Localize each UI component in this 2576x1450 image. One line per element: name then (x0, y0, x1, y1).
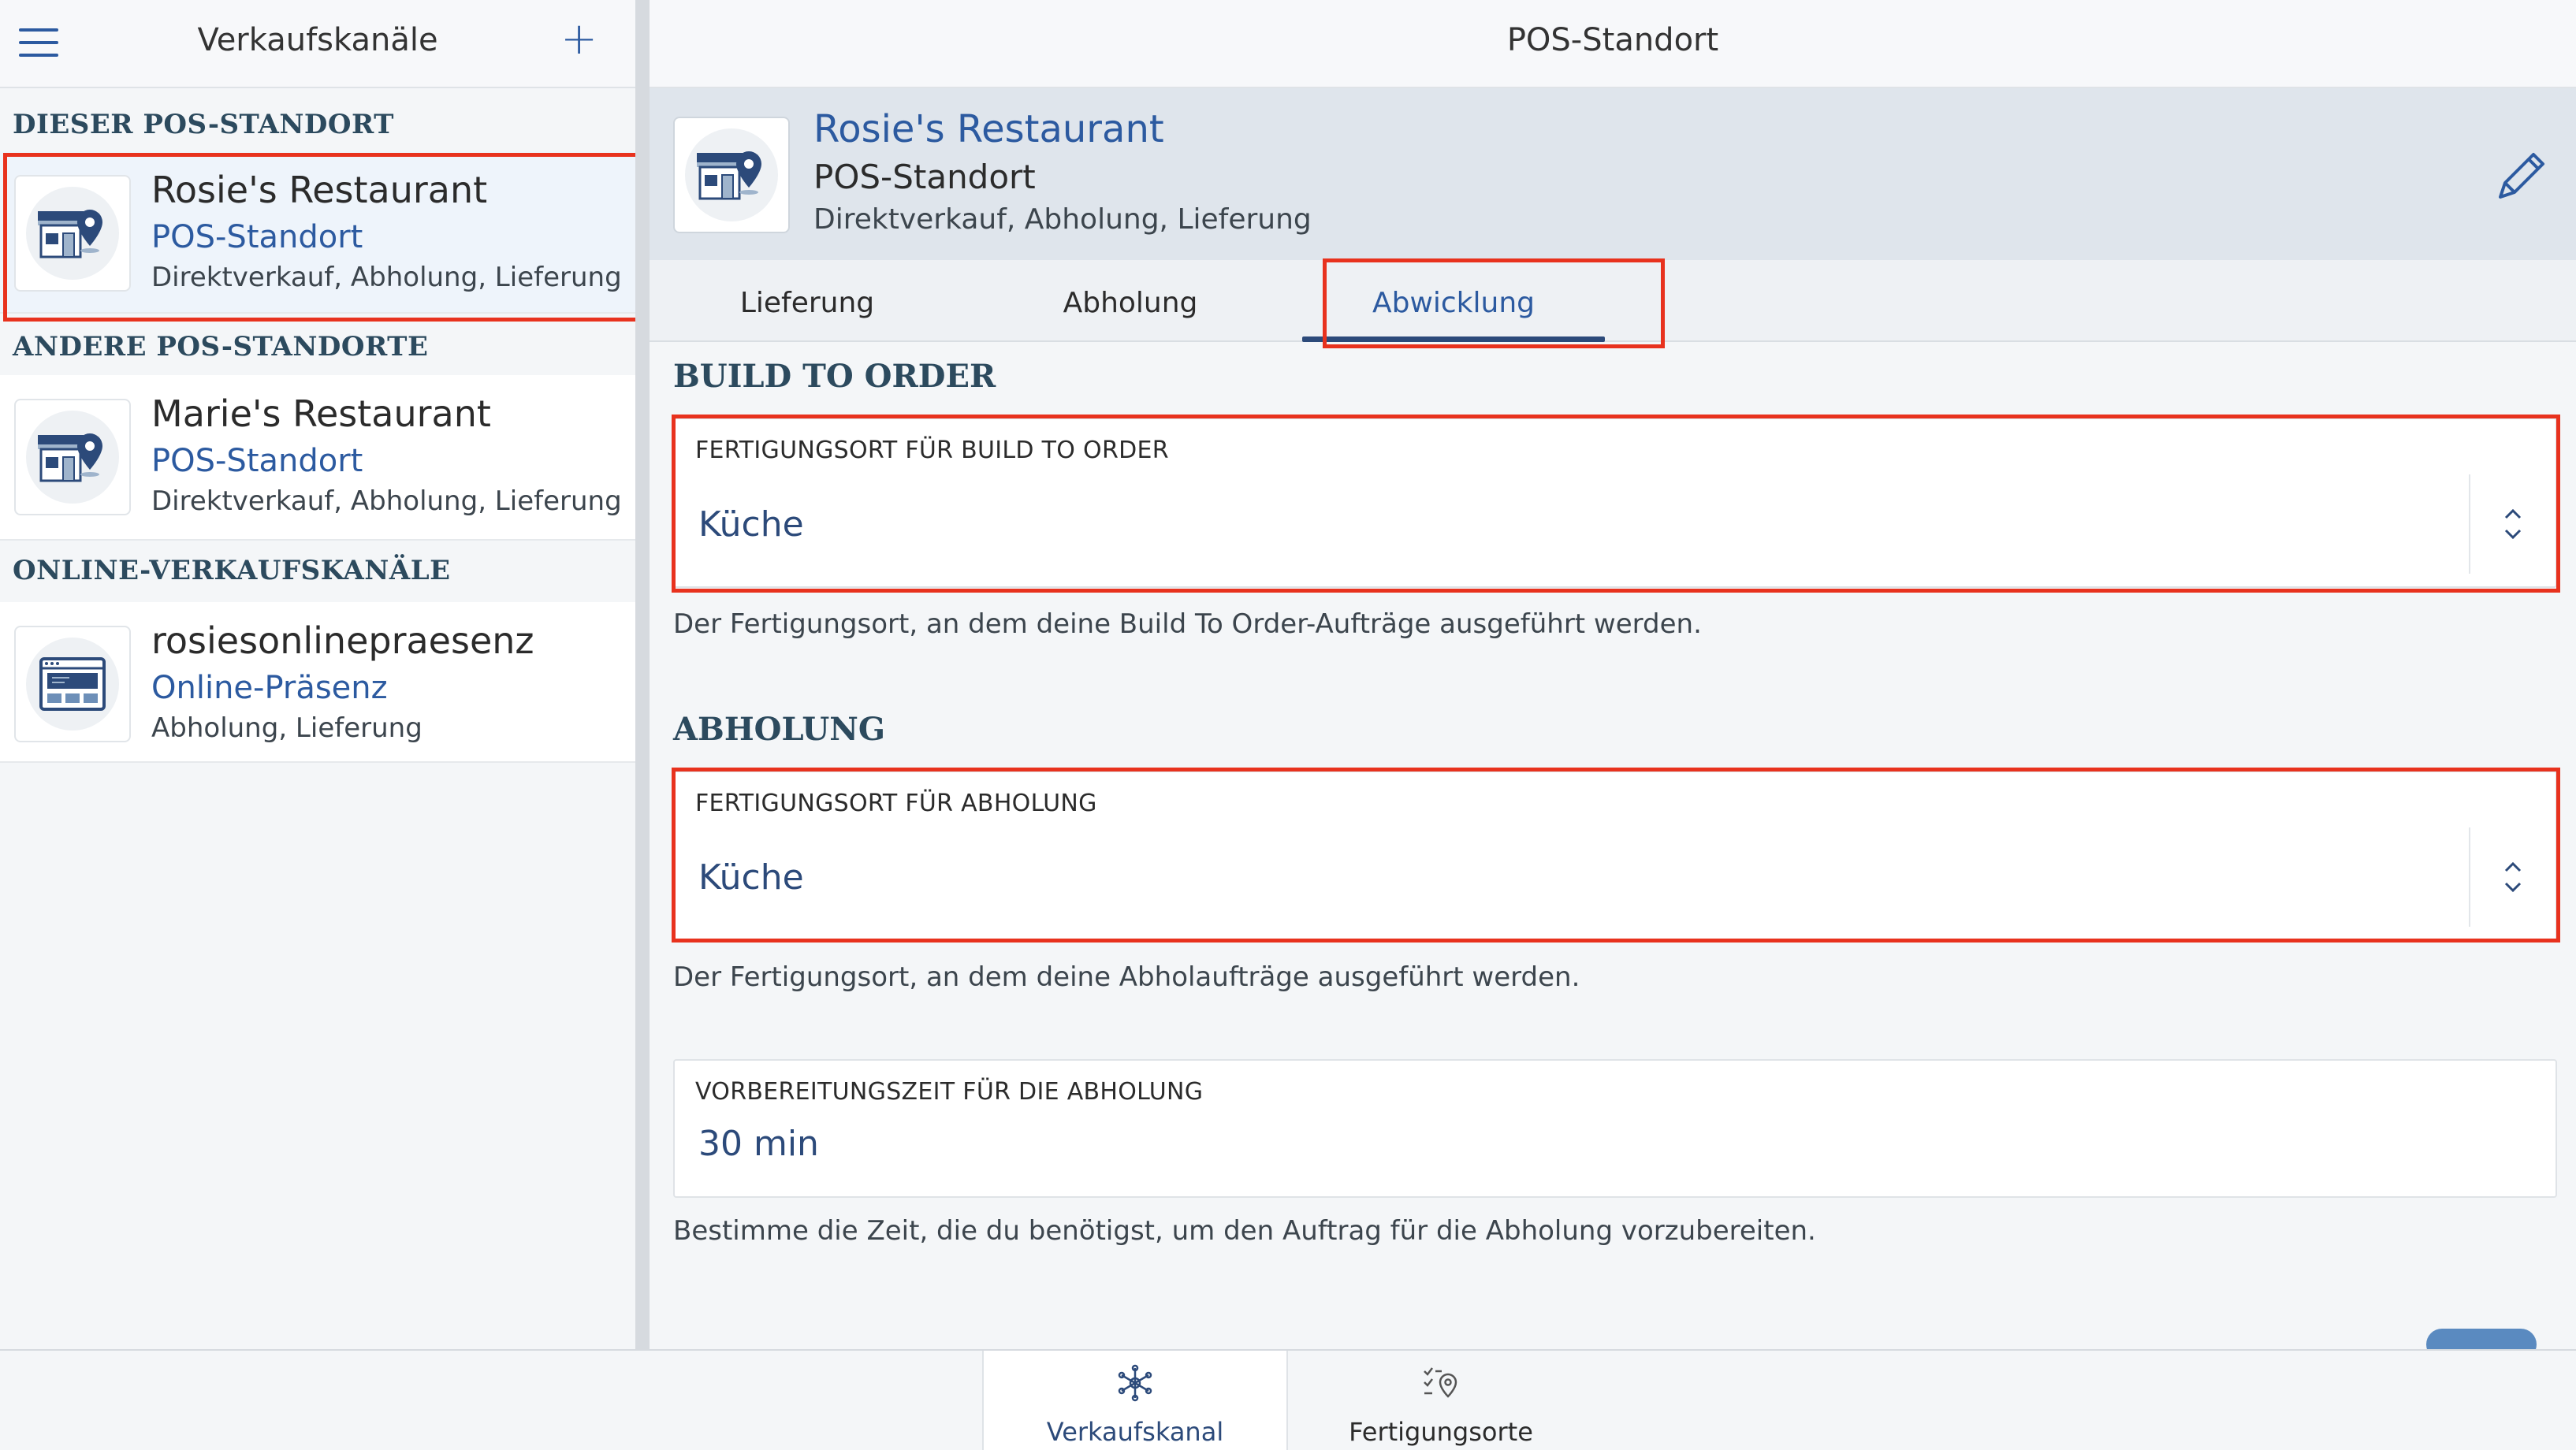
web-browser-icon (14, 626, 131, 742)
snowflake-network-icon (1115, 1363, 1155, 1403)
tab-lieferung[interactable]: Lieferung (650, 260, 965, 342)
bottom-navigation: Verkaufskanal Fertigungsorte (0, 1349, 2576, 1450)
prep-time-field[interactable]: VORBEREITUNGSZEIT FÜR DIE ABHOLUNG 30 mi… (673, 1059, 2557, 1198)
nav-label: Fertigungsorte (1349, 1417, 1533, 1447)
summary-type: POS-Standort (813, 158, 1036, 196)
channel-item-rosies-restaurant[interactable]: Rosie's Restaurant POS-Standort Direktve… (0, 151, 635, 314)
main-panel: POS-Standort Rosie's Restaurant POS-Stan… (650, 0, 2576, 1450)
field-hint: Bestimme die Zeit, die du benötigst, um … (673, 1215, 1816, 1247)
summary-modes: Direktverkauf, Abholung, Lieferung (813, 203, 1312, 236)
channel-modes: Direktverkauf, Abholung, Lieferung (151, 485, 622, 517)
channel-name: Marie's Restaurant (151, 392, 491, 435)
channel-item-maries-restaurant[interactable]: Marie's Restaurant POS-Standort Direktve… (0, 375, 635, 541)
sidebar-title: Verkaufskanäle (197, 22, 438, 58)
channel-type: POS-Standort (151, 443, 363, 479)
field-value: 30 min (698, 1124, 819, 1164)
nav-verkaufskanal[interactable]: Verkaufskanal (982, 1351, 1288, 1450)
field-label: FERTIGUNGSORT FÜR ABHOLUNG (695, 790, 1097, 817)
sidebar-header: Verkaufskanäle + (0, 0, 635, 88)
section-label-online-channels: ONLINE-VERKAUFSKANÄLE (13, 555, 451, 586)
store-location-icon (14, 175, 131, 292)
nav-fertigungsorte[interactable]: Fertigungsorte (1288, 1351, 1594, 1450)
channel-modes: Abholung, Lieferung (151, 712, 423, 744)
page-title: POS-Standort (650, 0, 2576, 88)
tab-abholung[interactable]: Abholung (973, 260, 1288, 342)
channel-item-rosiesonlinepraesenz[interactable]: rosiesonlinepraesenz Online-Präsenz Abho… (0, 602, 635, 763)
build-to-order-location-select[interactable]: FERTIGUNGSORT FÜR BUILD TO ORDER Küche (673, 418, 2557, 588)
sidebar-divider[interactable] (635, 0, 650, 1349)
nav-label: Verkaufskanal (1046, 1417, 1224, 1447)
field-hint: Der Fertigungsort, an dem deine Build To… (673, 608, 1702, 640)
section-heading-abholung: ABHOLUNG (673, 711, 886, 748)
field-label: FERTIGUNGSORT FÜR BUILD TO ORDER (695, 437, 1169, 464)
section-label-this-pos: DIESER POS-STANDORT (13, 109, 394, 140)
channel-name: Rosie's Restaurant (151, 169, 488, 211)
field-hint: Der Fertigungsort, an dem deine Abholauf… (673, 961, 1580, 993)
channel-type: POS-Standort (151, 219, 363, 255)
tab-bar: Lieferung Abholung Abwicklung (650, 260, 2576, 342)
tab-abwicklung[interactable]: Abwicklung (1296, 260, 1611, 342)
sidebar: Verkaufskanäle + DIESER POS-STANDORT Ros… (0, 0, 635, 1349)
store-location-icon (673, 117, 790, 233)
channel-summary: Rosie's Restaurant POS-Standort Direktve… (650, 88, 2576, 260)
select-chevrons-icon[interactable] (2469, 474, 2556, 574)
section-label-other-pos: ANDERE POS-STANDORTE (13, 331, 429, 362)
field-value: Küche (698, 504, 804, 545)
section-heading-build-to-order: BUILD TO ORDER (673, 358, 996, 395)
channel-modes: Direktverkauf, Abholung, Lieferung (151, 262, 622, 293)
edit-pencil-icon[interactable] (2489, 145, 2552, 208)
store-location-icon (14, 399, 131, 515)
select-chevrons-icon[interactable] (2469, 827, 2556, 927)
channel-name: rosiesonlinepraesenz (151, 619, 534, 662)
channel-type: Online-Präsenz (151, 670, 388, 706)
field-label: VORBEREITUNGSZEIT FÜR DIE ABHOLUNG (695, 1078, 1204, 1106)
summary-name: Rosie's Restaurant (813, 107, 1164, 151)
checklist-location-icon (1421, 1363, 1461, 1403)
field-value: Küche (698, 857, 804, 898)
pickup-location-select[interactable]: FERTIGUNGSORT FÜR ABHOLUNG Küche (673, 771, 2557, 941)
add-channel-button[interactable]: + (560, 17, 597, 61)
